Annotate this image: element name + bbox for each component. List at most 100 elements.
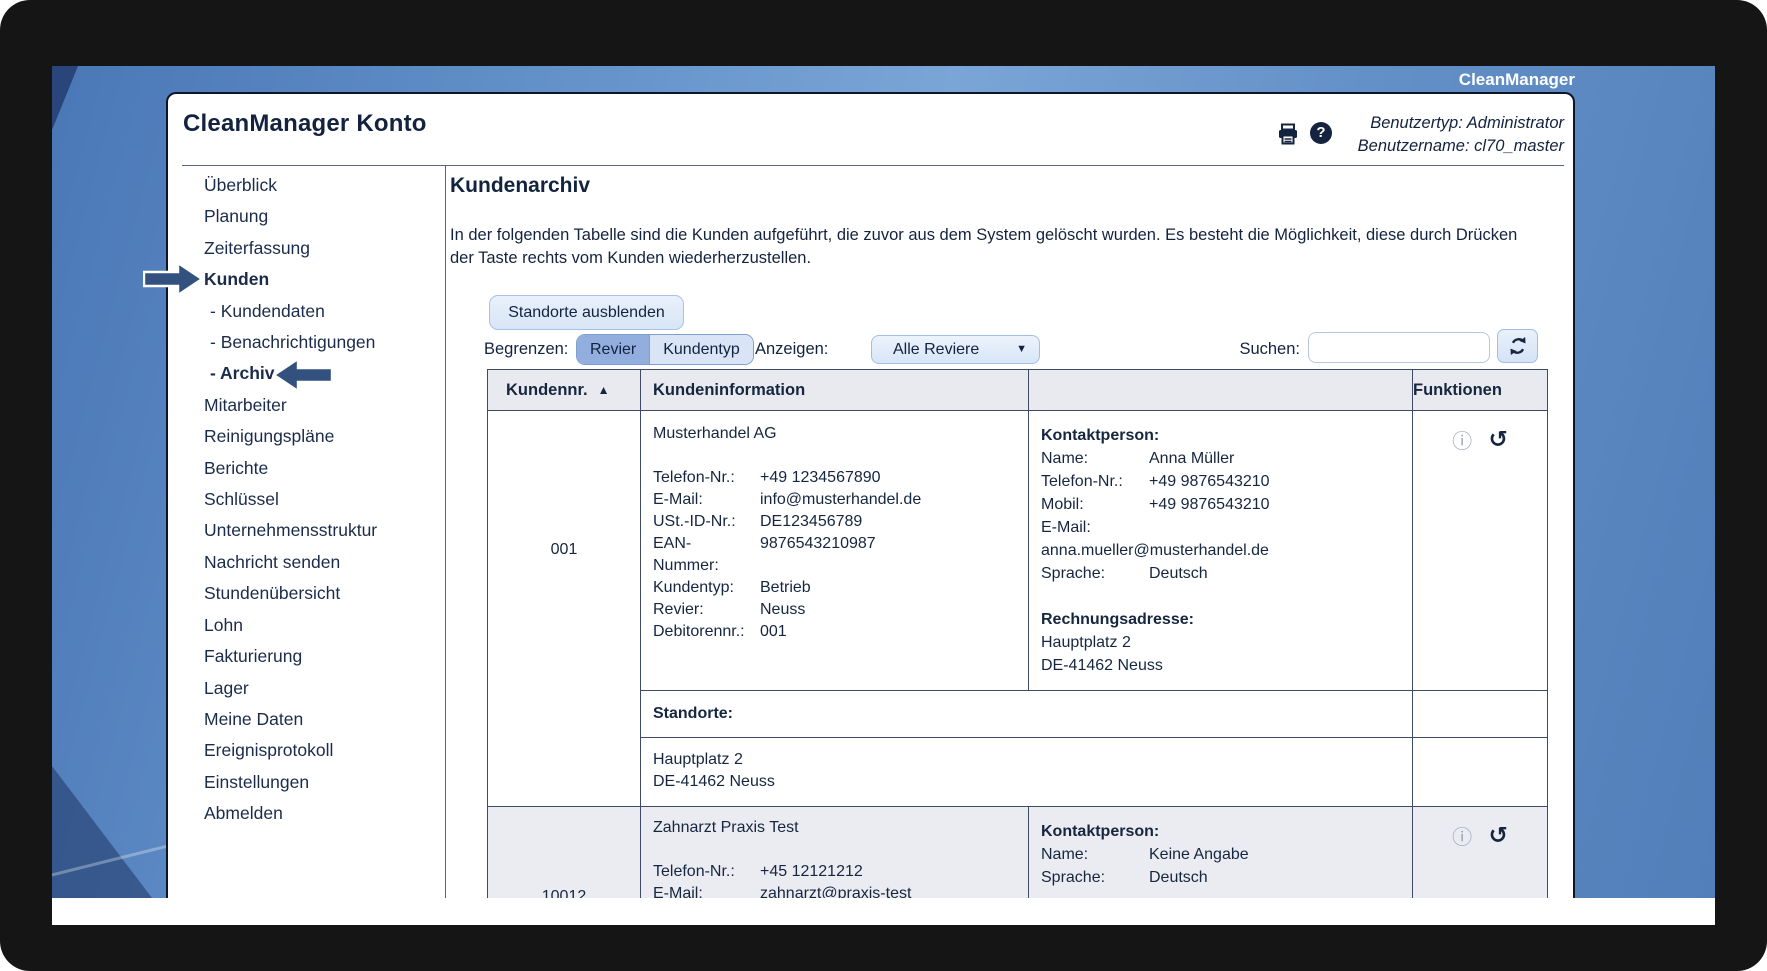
sidebar-item-benachrichtigungen[interactable]: - Benachrichtigungen	[204, 327, 439, 358]
customer-type-value: Betrieb	[760, 577, 811, 599]
sidebar-item-schluessel[interactable]: Schlüssel	[204, 484, 439, 515]
restore-icon[interactable]: ↺	[1489, 426, 1508, 452]
column-header-kundeninformation: Kundeninformation	[641, 370, 1029, 411]
annotation-arrow-archiv	[272, 357, 333, 398]
refresh-button[interactable]	[1497, 329, 1538, 363]
customer-info-cell: Zahnarzt Praxis Test Telefon-Nr.:+45 121…	[641, 807, 1029, 899]
segment-kundentyp[interactable]: Kundentyp	[650, 335, 753, 364]
customer-number: 001	[488, 411, 640, 688]
screenshot-frame: CleanManager CleanManager Konto	[0, 0, 1767, 971]
show-label: Anzeigen:	[755, 334, 828, 365]
table-row: Standorte:	[488, 691, 1548, 738]
sidebar-item-reinigungsplaene[interactable]: Reinigungspläne	[204, 421, 439, 452]
billing-address-line: DE-41462 Neuss	[1041, 654, 1400, 677]
app-window: CleanManager CleanManager Konto	[52, 66, 1715, 925]
functions-cell: ⓘ ↺	[1413, 411, 1548, 691]
functions-cell: ⓘ ↺	[1413, 807, 1548, 899]
phone-value: +49 1234567890	[760, 467, 881, 489]
functions-cell-empty	[1413, 738, 1548, 807]
table-row: 001 Musterhandel AG Telefon-Nr.:+49 1234…	[488, 411, 1548, 691]
limit-segment-control: Revier Kundentyp	[576, 334, 754, 365]
phone-value: +45 12121212	[760, 861, 863, 883]
customer-number-cell: 10012	[488, 807, 641, 899]
page-title: CleanManager Konto	[183, 106, 427, 142]
sidebar-item-planung[interactable]: Planung	[204, 201, 439, 232]
print-icon[interactable]	[1276, 122, 1300, 146]
main-panel: CleanManager Konto ? Benutzertyp: Admini…	[166, 92, 1575, 898]
sidebar-item-lohn[interactable]: Lohn	[204, 610, 439, 641]
user-type: Benutzertyp: Administrator	[1358, 112, 1564, 135]
chevron-down-icon: ▼	[1016, 336, 1027, 363]
customer-number: 10012	[488, 807, 640, 898]
sidebar-item-einstellungen[interactable]: Einstellungen	[204, 767, 439, 798]
standort-address-cell: Hauptplatz 2 DE-41462 Neuss	[641, 738, 1413, 807]
column-header-blank	[1029, 370, 1413, 411]
sidebar-item-fakturierung[interactable]: Fakturierung	[204, 641, 439, 672]
revier-value: Neuss	[760, 599, 805, 621]
ean-value: 9876543210987	[760, 533, 876, 577]
refresh-icon	[1507, 335, 1529, 357]
sidebar-item-zeiterfassung[interactable]: Zeiterfassung	[204, 233, 439, 264]
table-row: Hauptplatz 2 DE-41462 Neuss	[488, 738, 1548, 807]
user-name: Benutzername: cl70_master	[1358, 135, 1564, 158]
restore-icon[interactable]: ↺	[1489, 822, 1508, 848]
sidebar-item-nachricht-senden[interactable]: Nachricht senden	[204, 547, 439, 578]
table-header-row: Kundennr.▲ Kundeninformation Funktionen	[488, 370, 1548, 411]
sidebar-divider	[445, 166, 446, 898]
debtor-number-value: 001	[760, 621, 787, 643]
sidebar-item-stundenuebersicht[interactable]: Stundenübersicht	[204, 578, 439, 609]
contact-phone: +49 9876543210	[1149, 470, 1270, 493]
contact-language: Deutsch	[1149, 866, 1208, 889]
content-heading: Kundenarchiv	[450, 174, 590, 198]
column-header-kundennr[interactable]: Kundennr.▲	[488, 370, 641, 411]
sidebar-item-kunden[interactable]: Kunden	[204, 264, 439, 295]
standorte-header-cell: Standorte:	[641, 691, 1413, 738]
customer-number-cell: 001	[488, 411, 641, 807]
corner-decoration-top	[52, 66, 78, 130]
functions-cell-empty	[1413, 691, 1548, 738]
segment-revier[interactable]: Revier	[577, 335, 650, 364]
info-icon[interactable]: ⓘ	[1452, 431, 1472, 453]
customer-group-2: 10012 Zahnarzt Praxis Test Telefon-Nr.:+…	[488, 807, 1548, 899]
sidebar-item-lager[interactable]: Lager	[204, 673, 439, 704]
sidebar-item-kundendaten[interactable]: - Kundendaten	[204, 296, 439, 327]
contact-name: Anna Müller	[1149, 447, 1234, 470]
sidebar-item-abmelden[interactable]: Abmelden	[204, 798, 439, 829]
customer-group-1: 001 Musterhandel AG Telefon-Nr.:+49 1234…	[488, 411, 1548, 807]
standort-address-line: DE-41462 Neuss	[653, 771, 1400, 793]
table-row: 10012 Zahnarzt Praxis Test Telefon-Nr.:+…	[488, 807, 1548, 899]
company-name: Musterhandel AG	[653, 423, 1016, 445]
contact-name: Keine Angabe	[1149, 843, 1249, 866]
sidebar-item-ereignisprotokoll[interactable]: Ereignisprotokoll	[204, 735, 439, 766]
contact-heading: Kontaktperson:	[1041, 424, 1400, 447]
contact-email: anna.mueller@musterhandel.de	[1041, 539, 1400, 562]
search-label: Suchen:	[1208, 334, 1300, 365]
help-icon[interactable]: ?	[1310, 122, 1332, 144]
standort-address-line: Hauptplatz 2	[653, 749, 1400, 771]
email-value: zahnarzt@praxis-test	[760, 883, 911, 898]
info-icon[interactable]: ⓘ	[1452, 827, 1472, 849]
email-value: info@musterhandel.de	[760, 489, 921, 511]
contact-language: Deutsch	[1149, 562, 1208, 585]
sidebar-nav: Überblick Planung Zeiterfassung Kunden -…	[204, 170, 439, 830]
contact-cell: Kontaktperson: Name:Keine Angabe Sprache…	[1029, 807, 1413, 899]
billing-address-heading: Rechnungsadresse:	[1041, 608, 1400, 631]
corner-decoration-bottom	[52, 766, 152, 898]
archive-table: Kundennr.▲ Kundeninformation Funktionen …	[487, 369, 1548, 898]
annotation-arrow-kunden	[143, 261, 204, 302]
company-name: Zahnarzt Praxis Test	[653, 817, 1016, 839]
toggle-standorte-button[interactable]: Standorte ausblenden	[489, 295, 684, 330]
sidebar-item-ueberblick[interactable]: Überblick	[204, 170, 439, 201]
billing-address-line: Hauptplatz 2	[1041, 631, 1400, 654]
revier-dropdown[interactable]: Alle Reviere ▼	[871, 335, 1040, 364]
revier-dropdown-value: Alle Reviere	[893, 341, 979, 358]
content-description: In der folgenden Tabelle sind die Kunden…	[450, 224, 1542, 270]
search-input[interactable]	[1308, 332, 1490, 363]
column-header-funktionen: Funktionen	[1413, 370, 1548, 411]
sidebar-item-berichte[interactable]: Berichte	[204, 453, 439, 484]
contact-heading: Kontaktperson:	[1041, 820, 1400, 843]
sidebar-item-unternehmensstruktur[interactable]: Unternehmensstruktur	[204, 515, 439, 546]
header-divider	[182, 165, 1564, 166]
sidebar-item-meine-daten[interactable]: Meine Daten	[204, 704, 439, 735]
sort-asc-icon[interactable]: ▲	[598, 383, 610, 397]
